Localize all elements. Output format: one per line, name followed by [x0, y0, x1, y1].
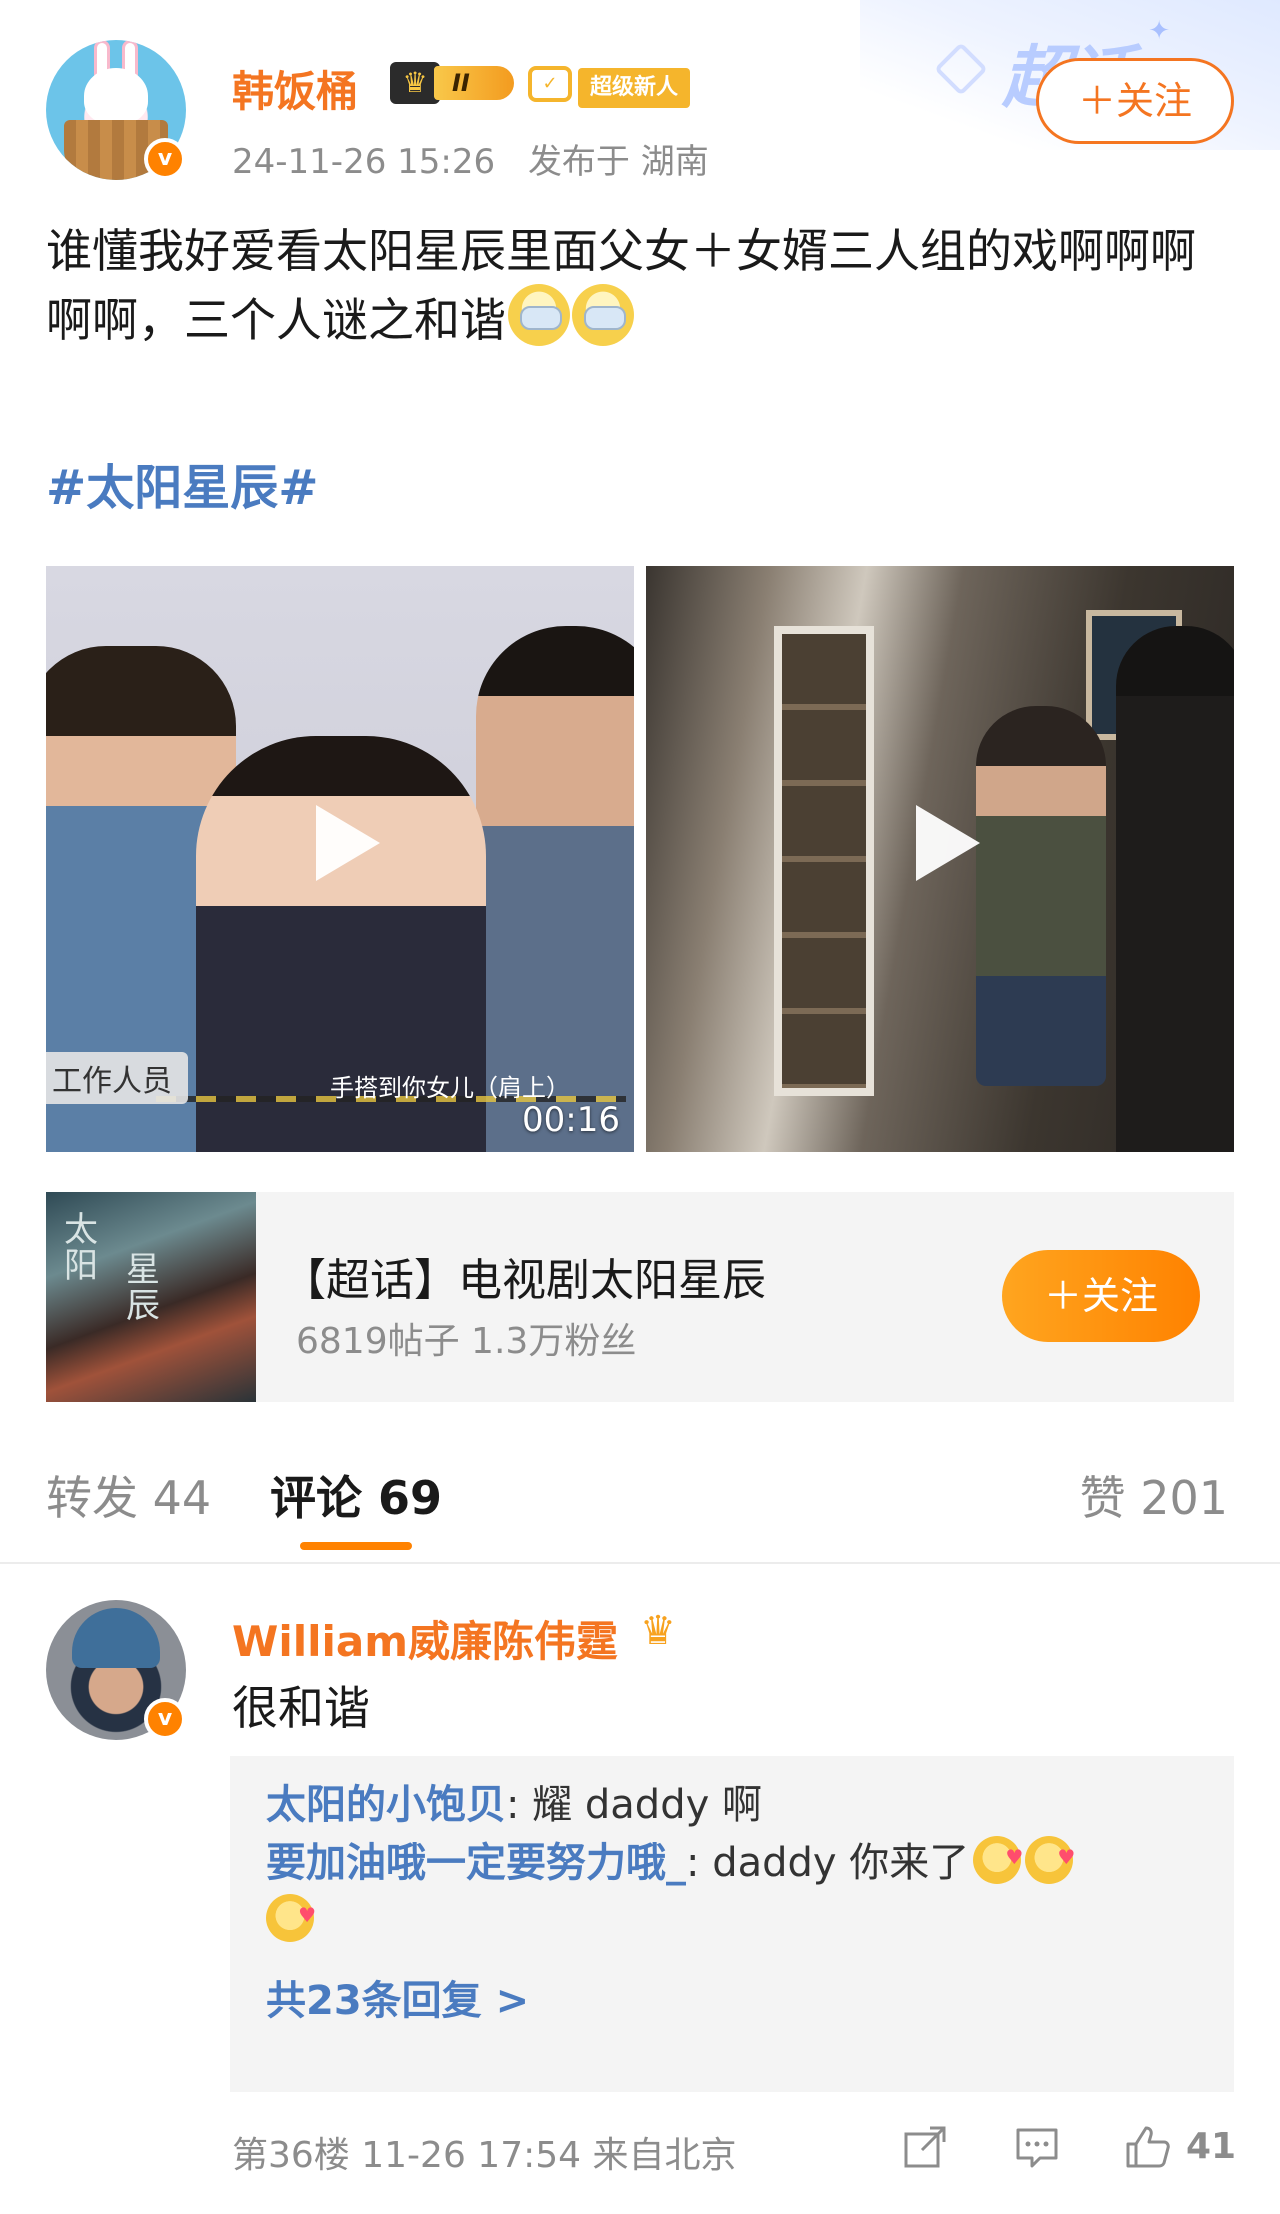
topic-title: 【超话】电视剧太阳星辰: [282, 1255, 766, 1306]
post-header: 超话 ✦ v 韩饭桶 ♛ II ✓ 超级新人 24-11-26 15:26 发布…: [0, 0, 1280, 183]
staff-tag: 工作人员: [46, 1052, 188, 1104]
crown-icon: ♛: [390, 62, 440, 104]
topic-follow-button[interactable]: ＋关注: [1002, 1250, 1200, 1342]
crown-icon: ♛: [640, 1608, 676, 1654]
level-badge[interactable]: ♛ II: [390, 62, 520, 104]
interaction-tabs: 转发 44 评论 69 赞 201: [0, 1440, 1280, 1564]
video-thumbnail-1[interactable]: 工作人员 手搭到你女儿（肩上） 00:16: [46, 566, 634, 1152]
love-face-emoji-icon: [1025, 1828, 1075, 1886]
reply-author[interactable]: 要加油哦一定要努力哦_: [266, 1840, 686, 1886]
commenter-name[interactable]: William威廉陈伟霆: [232, 1608, 618, 1669]
play-icon[interactable]: [902, 805, 980, 881]
more-replies-link[interactable]: 共23条回复 >: [266, 1968, 1198, 2026]
tab-likes[interactable]: 赞 201: [1080, 1462, 1228, 1528]
reply-text: : 耀 daddy 啊: [506, 1782, 762, 1828]
tab-repost[interactable]: 转发 44: [46, 1462, 211, 1528]
beanie: [72, 1608, 160, 1668]
comment-like-count: 41: [1186, 2126, 1237, 2167]
comment-icon[interactable]: [1012, 2122, 1062, 2172]
standing-actor-figure: [1116, 626, 1234, 1152]
tab-comments[interactable]: 评论 69: [270, 1462, 442, 1528]
dizzy-face-emoji-icon: [508, 284, 570, 346]
reply-item[interactable]: 太阳的小饱贝: 耀 daddy 啊: [266, 1776, 1198, 1834]
topic-stats: 6819帖子 1.3万粉丝: [296, 1321, 637, 1362]
reply-thread[interactable]: 太阳的小饱贝: 耀 daddy 啊 要加油哦一定要努力哦_: daddy 你来了…: [230, 1756, 1234, 2092]
dizzy-face-emoji-icon: [572, 284, 634, 346]
video-subtitle: 手搭到你女儿（肩上）: [330, 1074, 570, 1102]
seated-actor-figure: [976, 706, 1106, 1086]
verified-icon: v: [144, 1698, 186, 1740]
reply-author[interactable]: 太阳的小饱贝: [266, 1782, 506, 1828]
cover-title: 太阳: [64, 1210, 98, 1286]
post-meta: 24-11-26 15:26 发布于 湖南: [232, 134, 709, 183]
hashtag-link[interactable]: #太阳星辰#: [46, 448, 318, 518]
share-icon[interactable]: [900, 2122, 950, 2172]
bookshelf: [774, 626, 874, 1096]
diamond-icon: [934, 42, 988, 96]
comment-item: v William威廉陈伟霆 ♛ 很和谐 太阳的小饱贝: 耀 daddy 啊 要…: [0, 1580, 1280, 2214]
super-topic-card[interactable]: 太阳 星辰 【超话】电视剧太阳星辰 6819帖子 1.3万粉丝 ＋关注: [46, 1192, 1234, 1402]
topic-cover-image: 太阳 星辰: [46, 1192, 256, 1402]
verified-icon: v: [144, 138, 186, 180]
level-number: II: [434, 66, 514, 100]
play-icon[interactable]: [302, 805, 380, 881]
comment-meta: 第36楼 11-26 17:54 来自北京: [232, 2135, 737, 2176]
active-tab-indicator: [300, 1542, 412, 1550]
comment-footer: 第36楼 11-26 17:54 来自北京 41: [232, 2120, 1237, 2180]
post-location: 发布于 湖南: [527, 142, 709, 182]
love-face-emoji-icon: [266, 1886, 316, 1944]
post-timestamp: 24-11-26 15:26: [232, 142, 496, 182]
author-name[interactable]: 韩饭桶: [232, 58, 358, 119]
sparkle-icon: ✦: [1148, 16, 1170, 46]
video-thumbnail-2[interactable]: [646, 566, 1234, 1152]
newbie-badge[interactable]: 超级新人: [578, 68, 691, 108]
cover-title: 星辰: [126, 1250, 160, 1326]
comment-text: 很和谐: [232, 1681, 370, 1735]
follow-button[interactable]: ＋关注: [1036, 58, 1234, 144]
bunny-head: [84, 68, 148, 124]
love-face-emoji-icon: [973, 1828, 1023, 1886]
post-body: 谁懂我好爱看太阳星辰里面父女＋女婿三人组的戏啊啊啊啊啊，三个人谜之和谐: [46, 218, 1236, 353]
newbie-icon: ✓: [528, 66, 572, 102]
video-duration: 00:16: [522, 1100, 620, 1140]
like-icon[interactable]: [1122, 2122, 1172, 2172]
reply-item[interactable]: 要加油哦一定要努力哦_: daddy 你来了: [266, 1828, 1198, 1950]
reply-text: : daddy 你来了: [686, 1840, 970, 1886]
